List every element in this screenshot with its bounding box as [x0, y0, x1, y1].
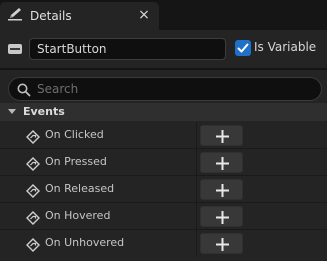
event-label: On Unhovered	[45, 236, 125, 249]
event-diamond-icon	[26, 156, 40, 171]
add-event-button[interactable]	[200, 179, 243, 200]
pencil-icon	[7, 7, 25, 23]
event-row-on-hovered: On Hovered	[0, 203, 327, 230]
event-diamond-icon	[26, 183, 40, 198]
event-row-on-pressed: On Pressed	[0, 149, 327, 176]
tab-strip: Details ×	[0, 0, 327, 30]
event-row-on-released: On Released	[0, 176, 327, 203]
add-event-button[interactable]	[200, 206, 243, 227]
is-variable-label: Is Variable	[254, 40, 317, 54]
events-header-label: Events	[23, 105, 65, 118]
divider	[0, 68, 327, 70]
event-diamond-icon	[26, 237, 40, 252]
details-window: Details × Is Variable Events	[0, 0, 327, 261]
events-category-header[interactable]: Events	[0, 103, 327, 121]
event-row-on-clicked: On Clicked	[0, 122, 327, 149]
details-panel: Is Variable Events On Clicked	[0, 30, 327, 261]
event-row-on-unhovered: On Unhovered	[0, 230, 327, 257]
column-divider	[196, 122, 197, 149]
add-event-button[interactable]	[200, 125, 243, 146]
widget-name-input[interactable]	[29, 38, 226, 60]
column-divider	[196, 230, 197, 257]
event-diamond-icon	[26, 129, 40, 144]
event-label: On Released	[45, 182, 115, 195]
search-icon	[17, 82, 31, 97]
event-label: On Pressed	[45, 155, 107, 168]
tab-details[interactable]: Details ×	[0, 2, 159, 30]
search-input[interactable]	[37, 80, 307, 98]
event-label: On Clicked	[45, 128, 104, 141]
column-divider	[196, 149, 197, 176]
add-event-button[interactable]	[200, 233, 243, 254]
close-icon[interactable]: ×	[137, 7, 151, 23]
column-divider	[196, 203, 197, 230]
tab-title: Details	[30, 9, 72, 23]
add-event-button[interactable]	[200, 152, 243, 173]
column-divider	[196, 176, 197, 203]
event-label: On Hovered	[45, 209, 111, 222]
widget-icon	[8, 44, 22, 54]
search-box[interactable]	[8, 77, 322, 101]
event-diamond-icon	[26, 210, 40, 225]
is-variable-checkbox[interactable]	[235, 40, 251, 56]
chevron-down-icon	[8, 109, 16, 114]
